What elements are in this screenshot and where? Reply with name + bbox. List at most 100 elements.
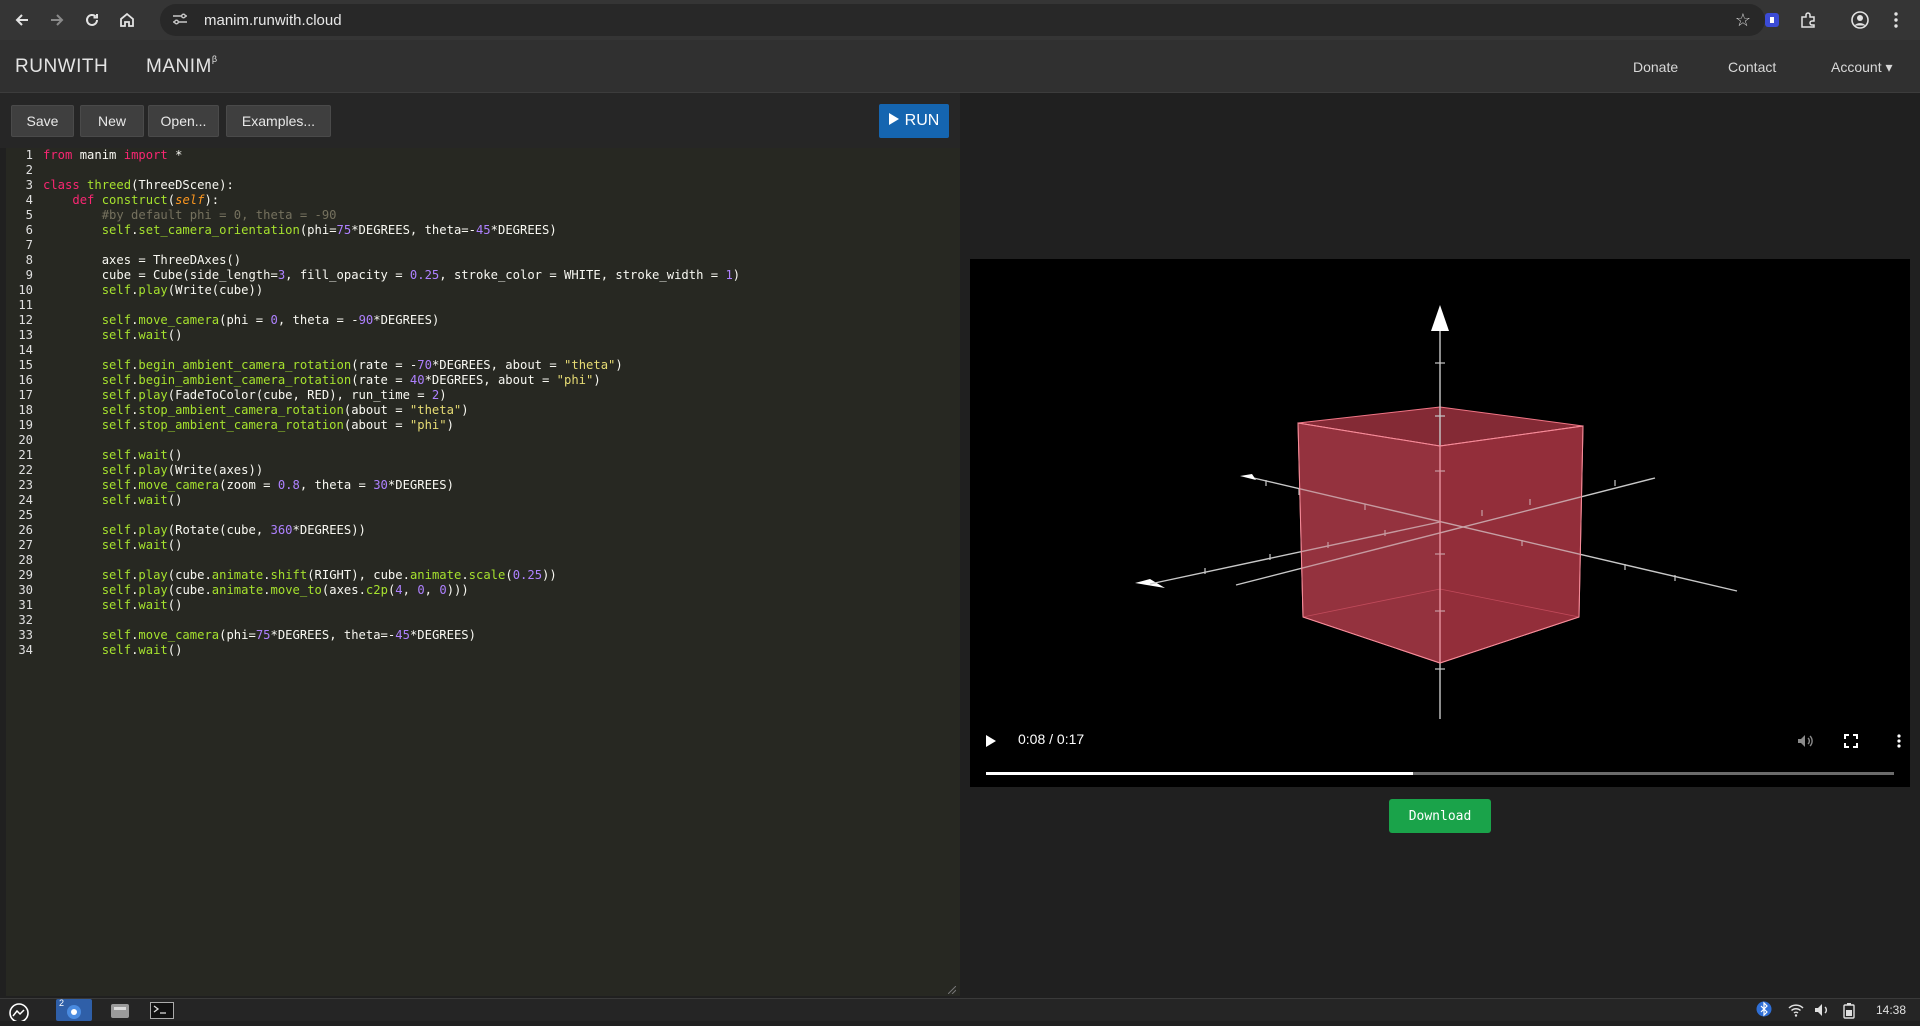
code-line[interactable]: 23 self.move_camera(zoom = 0.8, theta = … <box>6 478 960 493</box>
code-line[interactable]: 20 <box>6 433 960 448</box>
brand-runwith[interactable]: RUNWITH <box>15 56 108 78</box>
bluetooth-icon[interactable] <box>1756 1001 1772 1022</box>
code-line[interactable]: 8 axes = ThreeDAxes() <box>6 253 960 268</box>
profile-icon[interactable] <box>1848 8 1872 32</box>
line-code[interactable]: self.wait() <box>43 643 183 658</box>
play-icon[interactable] <box>976 726 1006 756</box>
code-line[interactable]: 16 self.begin_ambient_camera_rotation(ra… <box>6 373 960 388</box>
taskbar-terminal-icon[interactable] <box>150 1002 174 1024</box>
run-button[interactable]: RUN <box>879 104 949 138</box>
code-line[interactable]: 4 def construct(self): <box>6 193 960 208</box>
extensions-puzzle-icon[interactable] <box>1796 8 1820 32</box>
home-icon[interactable] <box>111 4 143 36</box>
line-code[interactable]: self.play(Rotate(cube, 360*DEGREES)) <box>43 523 366 538</box>
examples-button[interactable]: Examples... <box>226 105 331 137</box>
fullscreen-icon[interactable] <box>1836 726 1866 756</box>
line-code[interactable]: self.wait() <box>43 328 183 343</box>
line-code[interactable]: self.wait() <box>43 493 183 508</box>
line-code[interactable]: self.stop_ambient_camera_rotation(about … <box>43 418 454 433</box>
line-code[interactable]: class threed(ThreeDScene): <box>43 178 234 193</box>
line-code[interactable]: axes = ThreeDAxes() <box>43 253 241 268</box>
code-editor[interactable]: 1 from manim import * 2 3 class threed(Three… <box>6 148 960 996</box>
line-code[interactable]: self.wait() <box>43 448 183 463</box>
code-line[interactable]: 7 <box>6 238 960 253</box>
taskbar-browser-icon[interactable]: 2 <box>56 998 92 1021</box>
code-line[interactable]: 1 from manim import * <box>6 148 960 163</box>
line-code[interactable]: self.play(cube.animate.move_to(axes.c2p(… <box>43 583 469 598</box>
code-line[interactable]: 14 <box>6 343 960 358</box>
new-button[interactable]: New <box>80 105 144 137</box>
code-line[interactable]: 32 <box>6 613 960 628</box>
taskbar-files-icon[interactable] <box>110 1003 130 1024</box>
bookmark-star-icon[interactable]: ☆ <box>1735 10 1751 31</box>
code-line[interactable]: 2 <box>6 163 960 178</box>
line-code[interactable]: def construct(self): <box>43 193 219 208</box>
site-settings-icon[interactable] <box>172 12 192 29</box>
line-code[interactable]: self.move_camera(zoom = 0.8, theta = 30*… <box>43 478 454 493</box>
code-line[interactable]: 27 self.wait() <box>6 538 960 553</box>
line-code[interactable]: self.stop_ambient_camera_rotation(about … <box>43 403 469 418</box>
address-bar[interactable]: manim.runwith.cloud ☆ <box>160 4 1765 36</box>
brand-manim[interactable]: MANIMβ <box>146 54 218 78</box>
code-line[interactable]: 18 self.stop_ambient_camera_rotation(abo… <box>6 403 960 418</box>
extension-shield-icon[interactable] <box>1760 8 1784 32</box>
code-line[interactable]: 34 self.wait() <box>6 643 960 658</box>
line-code[interactable]: self.wait() <box>43 538 183 553</box>
download-button[interactable]: Download <box>1389 799 1491 833</box>
browser-menu-icon[interactable] <box>1884 8 1908 32</box>
code-line[interactable]: 25 <box>6 508 960 523</box>
video-progress-bar[interactable] <box>986 772 1894 775</box>
reload-icon[interactable] <box>76 4 108 36</box>
code-line[interactable]: 12 self.move_camera(phi = 0, theta = -90… <box>6 313 960 328</box>
code-line[interactable]: 31 self.wait() <box>6 598 960 613</box>
line-code[interactable]: #by default phi = 0, theta = -90 <box>43 208 337 223</box>
code-line[interactable]: 3 class threed(ThreeDScene): <box>6 178 960 193</box>
code-line[interactable]: 11 <box>6 298 960 313</box>
line-code[interactable]: self.play(Write(cube)) <box>43 283 263 298</box>
code-line[interactable]: 19 self.stop_ambient_camera_rotation(abo… <box>6 418 960 433</box>
line-code[interactable]: self.play(cube.animate.shift(RIGHT), cub… <box>43 568 557 583</box>
line-code[interactable]: from manim import * <box>43 148 182 163</box>
code-line[interactable]: 30 self.play(cube.animate.move_to(axes.c… <box>6 583 960 598</box>
nav-donate[interactable]: Donate <box>1633 59 1678 75</box>
nav-contact[interactable]: Contact <box>1728 59 1776 75</box>
code-line[interactable]: 15 self.begin_ambient_camera_rotation(ra… <box>6 358 960 373</box>
code-line[interactable]: 9 cube = Cube(side_length=3, fill_opacit… <box>6 268 960 283</box>
code-line[interactable]: 33 self.move_camera(phi=75*DEGREES, thet… <box>6 628 960 643</box>
line-code[interactable]: self.set_camera_orientation(phi=75*DEGRE… <box>43 223 557 238</box>
battery-icon[interactable] <box>1842 1003 1856 1024</box>
video-player[interactable]: 0:08 / 0:17 <box>970 259 1910 787</box>
line-code[interactable]: self.move_camera(phi=75*DEGREES, theta=-… <box>43 628 476 643</box>
code-line[interactable]: 10 self.play(Write(cube)) <box>6 283 960 298</box>
code-line[interactable]: 29 self.play(cube.animate.shift(RIGHT), … <box>6 568 960 583</box>
open-button[interactable]: Open... <box>148 105 219 137</box>
volume-tray-icon[interactable] <box>1814 1003 1830 1022</box>
code-line[interactable]: 13 self.wait() <box>6 328 960 343</box>
line-code[interactable]: self.wait() <box>43 598 183 613</box>
code-line[interactable]: 22 self.play(Write(axes)) <box>6 463 960 478</box>
line-code[interactable]: self.begin_ambient_camera_rotation(rate … <box>43 358 623 373</box>
code-line[interactable]: 21 self.wait() <box>6 448 960 463</box>
line-code[interactable]: self.play(Write(axes)) <box>43 463 263 478</box>
line-code[interactable]: self.play(FadeToColor(cube, RED), run_ti… <box>43 388 447 403</box>
code-line[interactable]: 17 self.play(FadeToColor(cube, RED), run… <box>6 388 960 403</box>
wifi-icon[interactable] <box>1788 1003 1804 1022</box>
nav-account-dropdown[interactable]: Account ▾ <box>1831 59 1893 76</box>
url-text[interactable]: manim.runwith.cloud <box>204 12 342 29</box>
save-button[interactable]: Save <box>11 105 74 137</box>
line-code[interactable]: self.move_camera(phi = 0, theta = -90*DE… <box>43 313 440 328</box>
more-icon[interactable] <box>1884 726 1914 756</box>
code-line[interactable]: 6 self.set_camera_orientation(phi=75*DEG… <box>6 223 960 238</box>
code-line[interactable]: 28 <box>6 553 960 568</box>
code-line[interactable]: 24 self.wait() <box>6 493 960 508</box>
back-icon[interactable] <box>6 4 38 36</box>
line-code[interactable]: self.begin_ambient_camera_rotation(rate … <box>43 373 601 388</box>
code-line[interactable]: 5 #by default phi = 0, theta = -90 <box>6 208 960 223</box>
resize-handle-icon[interactable] <box>948 986 956 994</box>
forward-icon[interactable] <box>41 4 73 36</box>
code-line[interactable]: 26 self.play(Rotate(cube, 360*DEGREES)) <box>6 523 960 538</box>
line-code[interactable]: cube = Cube(side_length=3, fill_opacity … <box>43 268 740 283</box>
launcher-icon[interactable] <box>8 1001 30 1026</box>
line-number: 12 <box>18 313 33 327</box>
volume-icon[interactable] <box>1790 726 1820 756</box>
